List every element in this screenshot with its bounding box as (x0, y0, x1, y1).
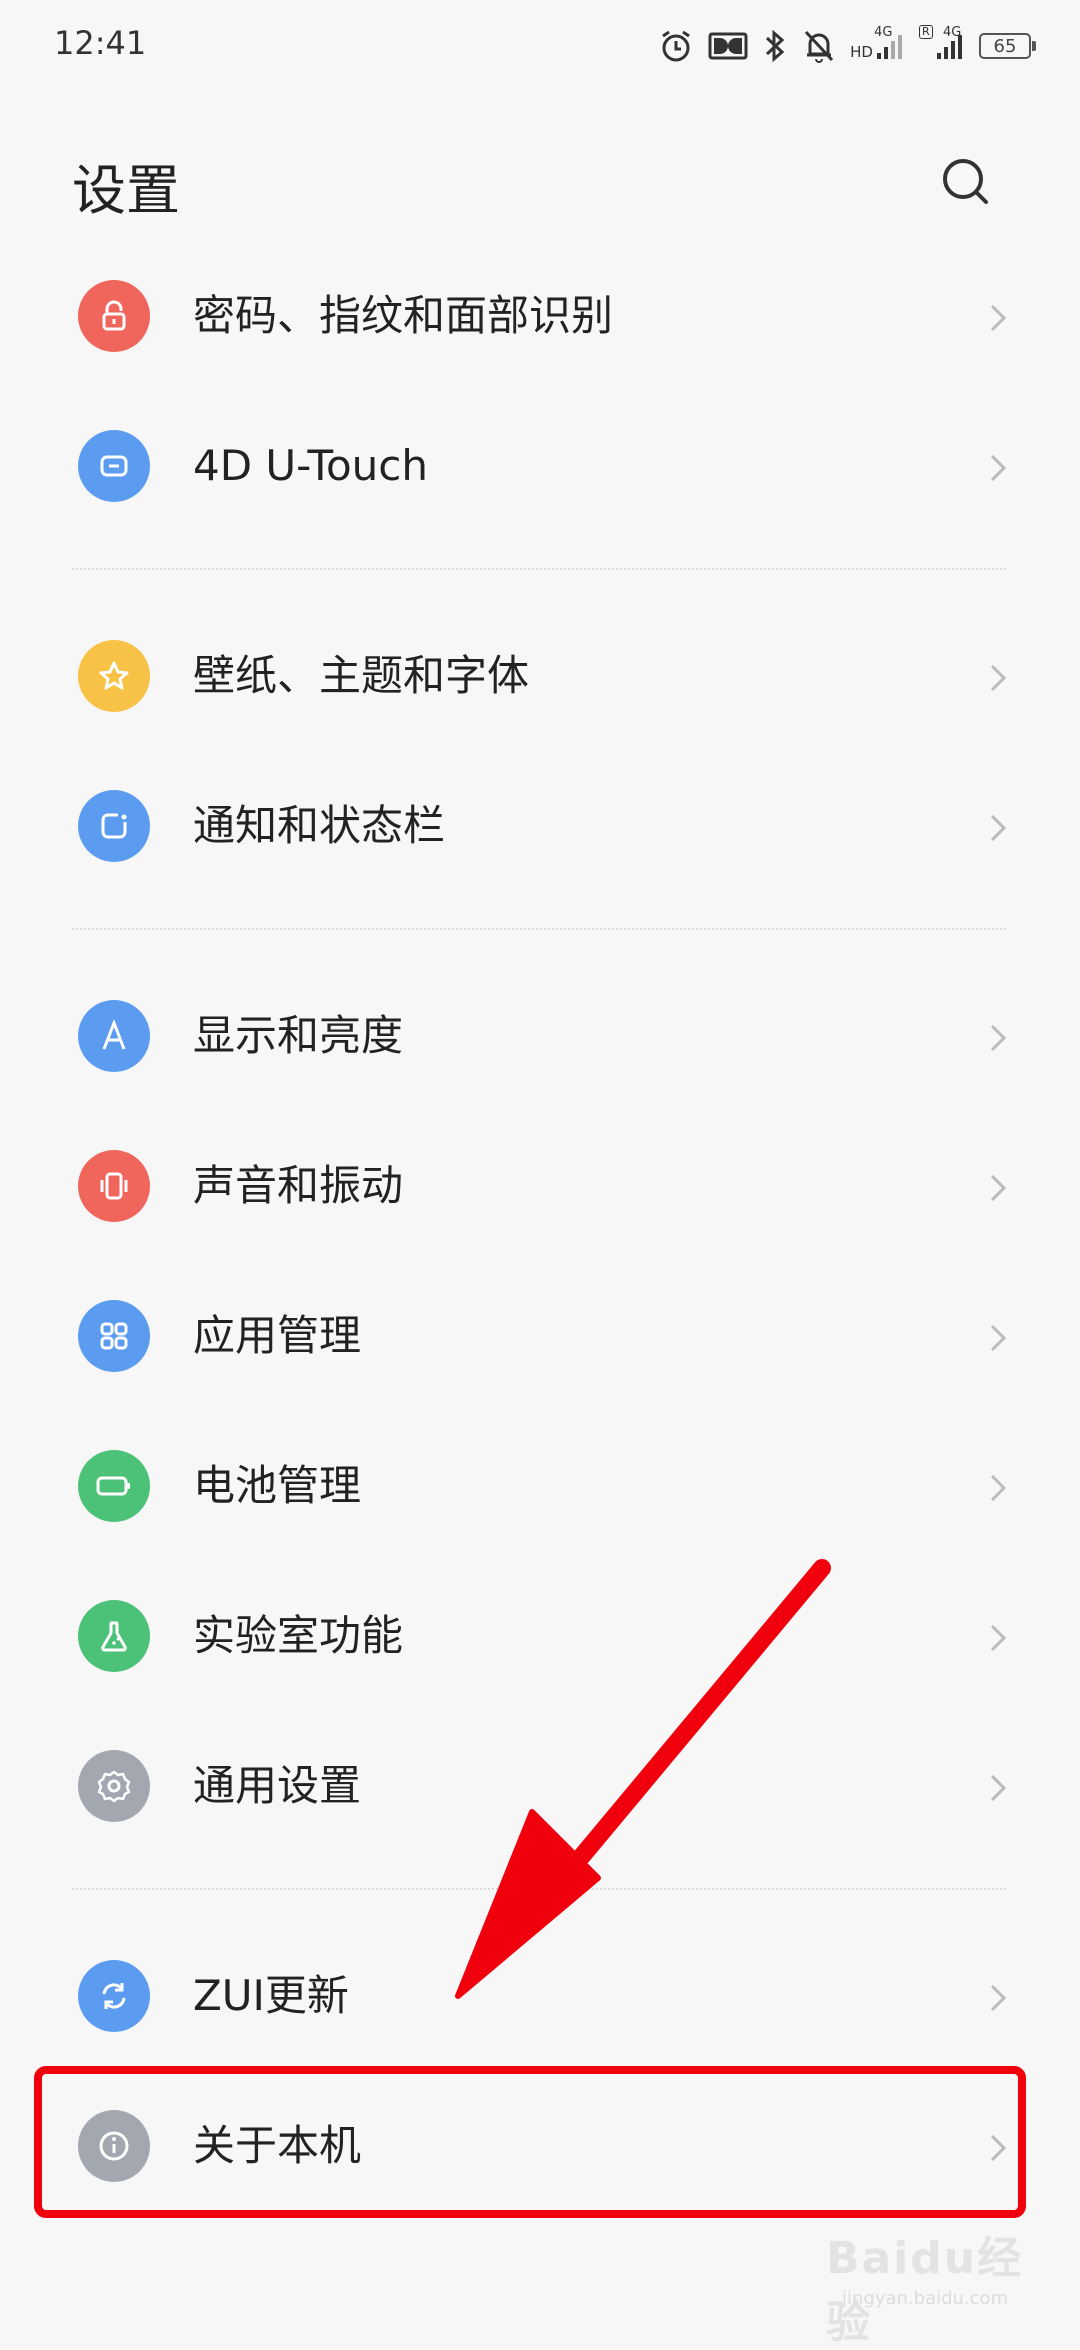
watermark-site: jingyan.baidu.com (842, 2288, 1009, 2309)
annotation-arrow (455, 1559, 831, 1999)
annotation-highlight-box (34, 2066, 1026, 2218)
watermark: Baidu经验 jingyan.baidu.com (826, 2212, 1056, 2348)
watermark-brand: Baidu经验 (826, 2233, 1024, 2348)
